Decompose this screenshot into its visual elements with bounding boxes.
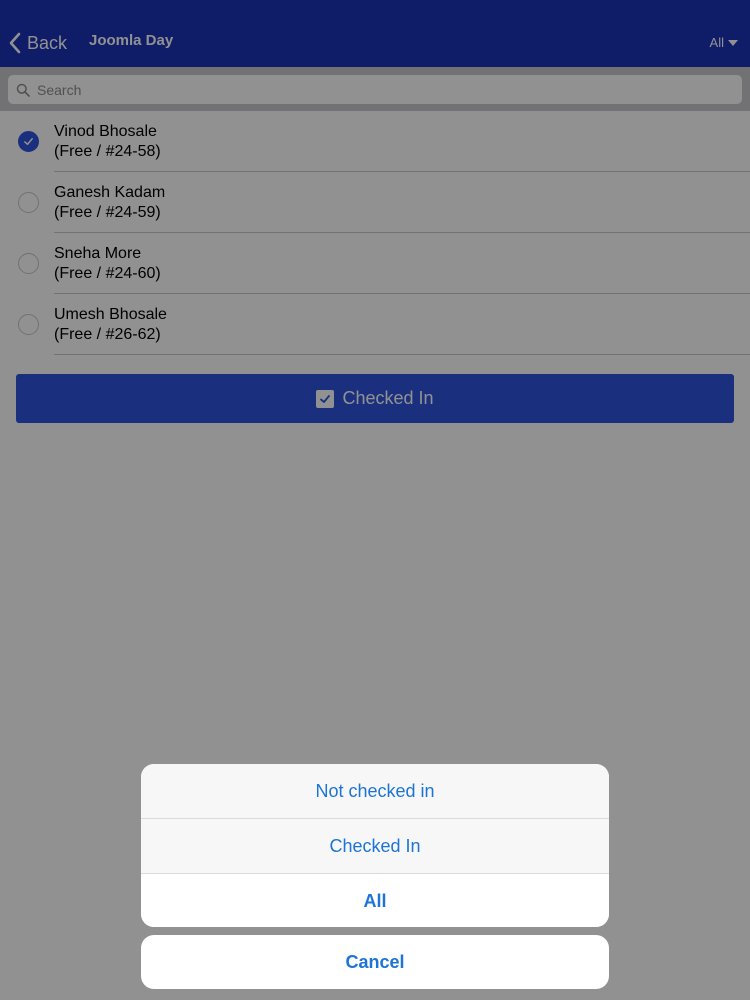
option-checked-in[interactable]: Checked In	[141, 819, 609, 873]
filter-action-sheet: Not checked in Checked In All	[141, 764, 609, 927]
option-not-checked-in[interactable]: Not checked in	[141, 764, 609, 818]
option-all[interactable]: All	[141, 874, 609, 927]
cancel-button[interactable]: Cancel	[141, 935, 609, 989]
